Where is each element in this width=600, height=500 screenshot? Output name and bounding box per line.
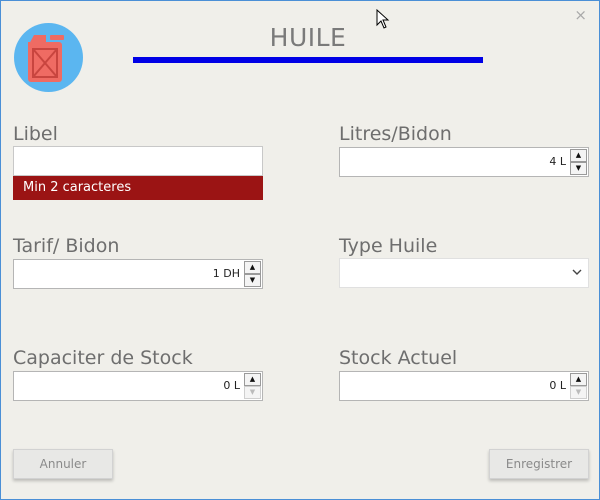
capaciter-stock-down-arrow-icon[interactable]: ▼ [244,386,261,399]
libel-input[interactable] [13,146,263,176]
cancel-button[interactable]: Annuler [13,449,113,479]
litres-bidon-stepper[interactable]: 4 L ▲ ▼ [339,147,589,177]
stock-actuel-up-arrow-icon[interactable]: ▲ [570,373,587,386]
mouse-cursor-icon [376,9,390,29]
type-huile-label: Type Huile [339,235,438,257]
capaciter-stock-value: 0 L [223,379,240,392]
libel-label: Libel [13,123,58,145]
libel-error-message: Min 2 caracteres [13,176,263,200]
litres-bidon-up-arrow-icon[interactable]: ▲ [570,149,587,162]
close-icon[interactable]: × [574,7,587,23]
litres-bidon-label: Litres/Bidon [339,123,452,145]
tarif-bidon-down-arrow-icon[interactable]: ▼ [244,274,261,287]
tarif-bidon-stepper[interactable]: 1 DH ▲ ▼ [13,259,263,289]
page-title: HUILE [269,23,347,52]
tarif-bidon-value: 1 DH [212,267,240,280]
litres-bidon-down-arrow-icon[interactable]: ▼ [570,162,587,175]
capaciter-stock-label: Capaciter de Stock [13,347,193,369]
capaciter-stock-stepper[interactable]: 0 L ▲ ▼ [13,371,263,401]
chevron-down-icon [572,269,582,275]
dialog-window: × HUILE Libel Min 2 caracteres Litres/Bi… [0,0,600,500]
litres-bidon-value: 4 L [549,155,566,168]
jerrycan-icon [14,23,83,92]
type-huile-select[interactable] [339,258,589,288]
stock-actuel-down-arrow-icon[interactable]: ▼ [570,386,587,399]
tarif-bidon-up-arrow-icon[interactable]: ▲ [244,261,261,274]
tarif-bidon-label: Tarif/ Bidon [13,235,120,257]
title-underline [133,57,483,63]
save-button[interactable]: Enregistrer [489,449,589,479]
stock-actuel-value: 0 L [549,379,566,392]
stock-actuel-label: Stock Actuel [339,347,458,369]
capaciter-stock-up-arrow-icon[interactable]: ▲ [244,373,261,386]
stock-actuel-stepper[interactable]: 0 L ▲ ▼ [339,371,589,401]
